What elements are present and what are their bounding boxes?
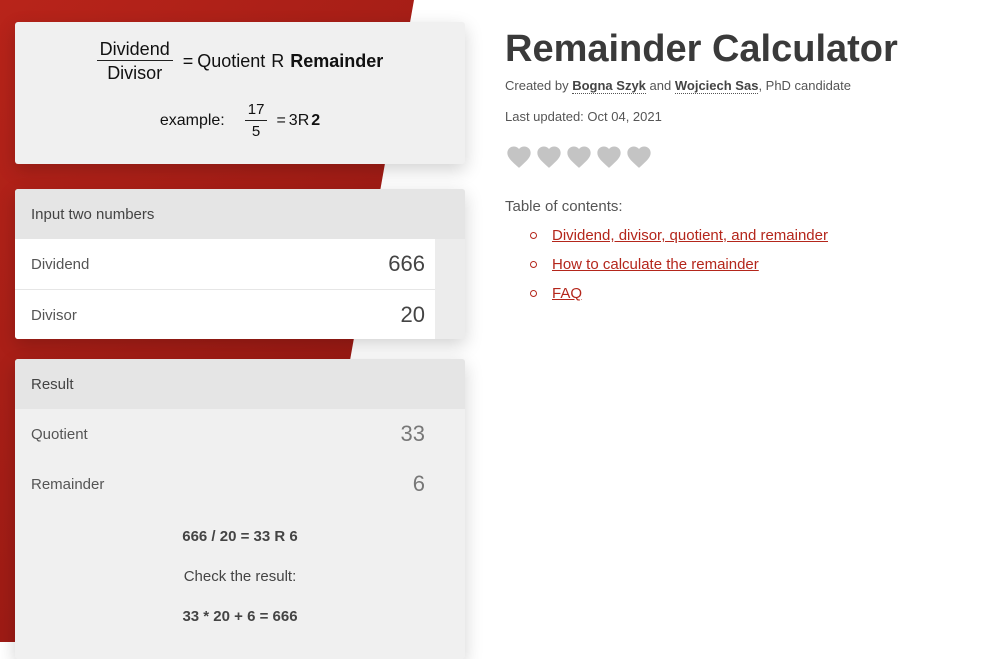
heart-icon[interactable] [625,143,653,171]
divisor-input[interactable]: 20 [401,302,425,328]
heart-icon[interactable] [505,143,533,171]
formula-dividend: Dividend [96,38,173,61]
formula-card: Dividend Divisor = Quotient R Remainder … [15,22,465,164]
remainder-value[interactable]: 6 [413,471,425,497]
dividend-label: Dividend [31,255,90,273]
heart-icon[interactable] [595,143,623,171]
created-by-label: Created by [505,78,569,93]
toc-item: Dividend, divisor, quotient, and remaind… [530,226,828,255]
toc-link-how-to[interactable]: How to calculate the remainder [552,256,759,273]
example-denominator: 5 [251,122,261,140]
page-title: Remainder Calculator [505,28,898,70]
toc-item: How to calculate the remainder [530,255,828,284]
input-card: Input two numbers Dividend 666 Divisor 2… [15,189,465,339]
example-fraction: 17 5 [244,100,268,143]
rating-hearts[interactable] [505,143,653,171]
quotient-value[interactable]: 33 [401,421,425,447]
table-of-contents: Dividend, divisor, quotient, and remaind… [530,226,828,313]
example-numerator: 17 [244,100,268,121]
divisor-label: Divisor [31,306,77,324]
remainder-row: Remainder 6 [15,459,465,509]
formula-general: Dividend Divisor = Quotient R Remainder [15,36,465,86]
authors-line: Created by Bogna Szyk and Wojciech Sas, … [505,78,851,94]
formula-example: example: 17 5 = 3 R 2 [15,96,465,146]
check-expression: 33 * 20 + 6 = 666 [182,608,298,625]
formula-remainder: Remainder [290,50,384,71]
toc-item: FAQ [530,284,828,313]
author-link-1[interactable]: Bogna Szyk [572,78,646,94]
formula-fraction: Dividend Divisor [96,38,173,85]
example-label: example: [159,112,225,129]
formula-equals: = [182,50,194,71]
heart-icon[interactable] [535,143,563,171]
example-quotient: 3 [288,112,298,129]
quotient-label: Quotient [31,425,88,443]
bullet-icon [530,232,537,239]
formula-divisor: Divisor [107,62,163,83]
example-r: R [297,112,310,129]
quotient-row: Quotient 33 [15,409,465,459]
last-updated: Last updated: Oct 04, 2021 [505,109,662,124]
result-summary: 666 / 20 = 33 R 6 [182,528,298,545]
formula-r: R [271,50,285,71]
result-card-header: Result [15,359,465,409]
dividend-input[interactable]: 666 [388,251,425,277]
toc-title: Table of contents: [505,198,623,215]
input-card-header: Input two numbers [15,189,465,239]
example-remainder: 2 [311,112,321,129]
author2-suffix: , PhD candidate [758,78,851,93]
divisor-row[interactable]: Divisor 20 [15,289,435,339]
input-unit-strip [435,239,465,339]
dividend-row[interactable]: Dividend 666 [15,239,435,289]
remainder-label: Remainder [31,475,105,493]
toc-link-dividend[interactable]: Dividend, divisor, quotient, and remaind… [552,227,828,244]
formula-quotient: Quotient [197,50,266,71]
toc-link-faq[interactable]: FAQ [552,285,582,302]
heart-icon[interactable] [565,143,593,171]
bullet-icon [530,290,537,297]
bullet-icon [530,261,537,268]
example-equals: = [276,112,286,129]
result-card: Result Quotient 33 Remainder 6 666 / 20 … [15,359,465,659]
and-label: and [649,78,672,93]
check-label: Check the result: [183,568,297,585]
author-link-2[interactable]: Wojciech Sas [674,78,759,94]
